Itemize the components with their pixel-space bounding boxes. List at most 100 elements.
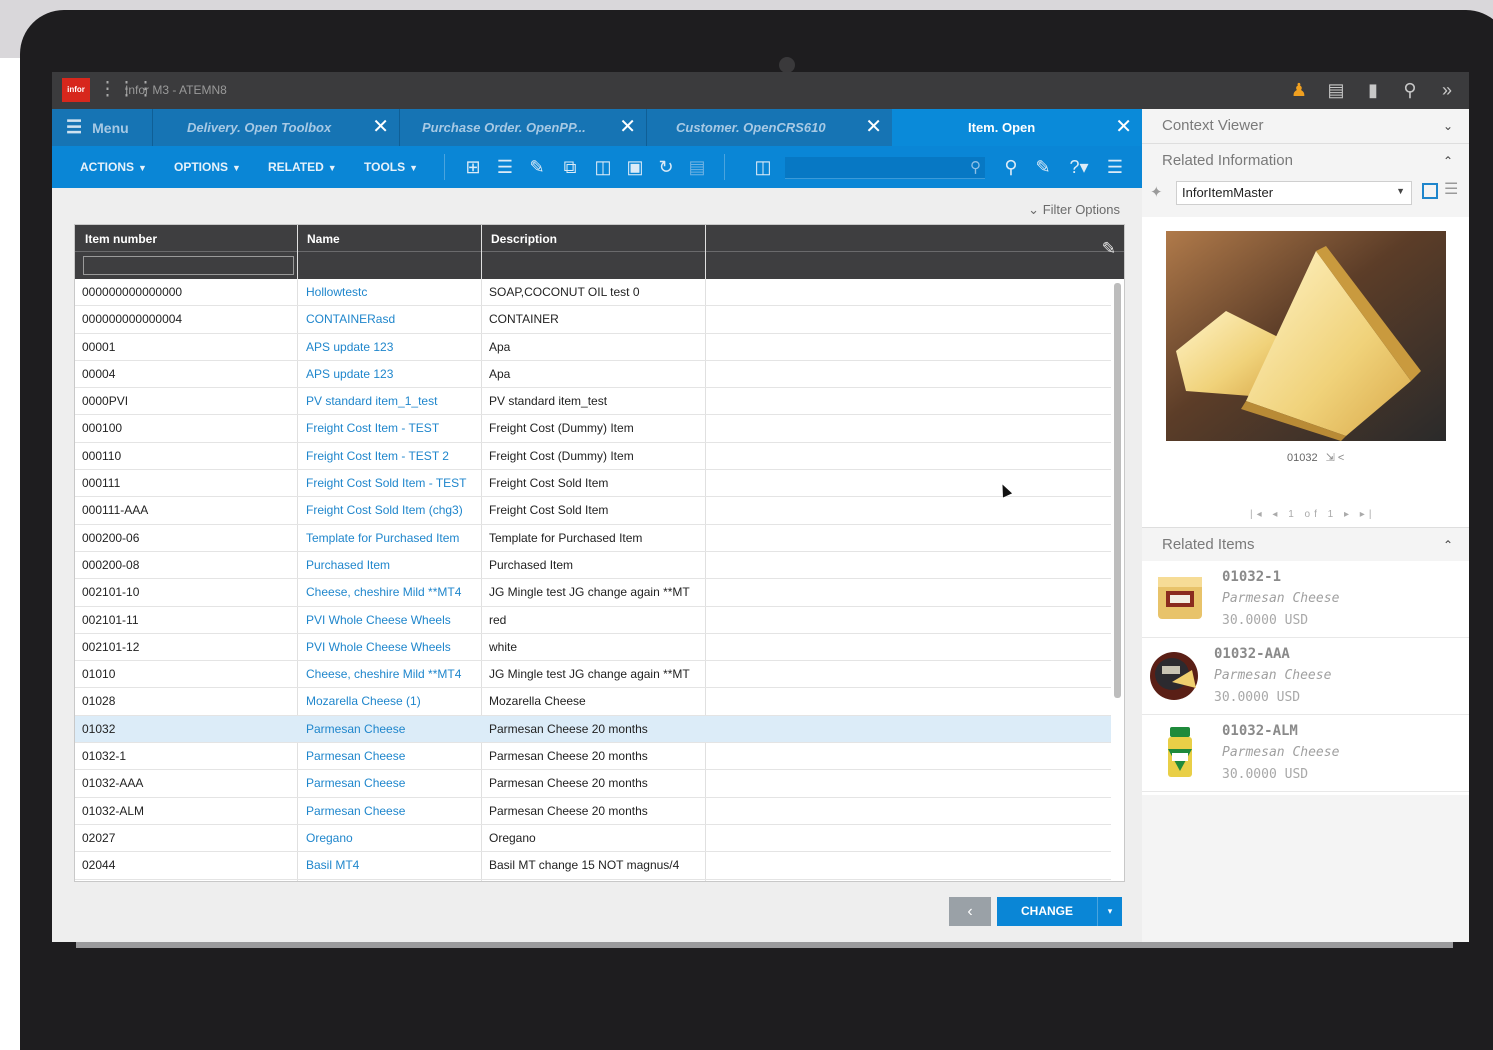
name-link[interactable]: Cheese, cheshire Mild **MT4	[306, 579, 480, 605]
table-row[interactable]: 01010 Cheese, cheshire Mild **MT4 JG Mingl…	[75, 661, 1111, 689]
trash-icon[interactable]: ▤	[686, 155, 708, 179]
paperclip-icon[interactable]: ✦	[1150, 183, 1163, 201]
actions-menu[interactable]: ACTIONS ▼	[80, 146, 147, 188]
delete-icon[interactable]: ▣	[624, 155, 646, 179]
related-items-header[interactable]: Related Items ⌃	[1142, 528, 1469, 562]
related-item[interactable]: 01032-1 Parmesan Cheese 30.0000 USD	[1142, 561, 1469, 638]
display-icon[interactable]: ◫	[592, 155, 614, 179]
name-link[interactable]: APS update 123	[306, 361, 480, 387]
close-icon[interactable]: ✕	[1115, 109, 1132, 146]
table-row[interactable]: 02044 Basil MT4 Basil MT change 15 NOT mag…	[75, 852, 1111, 880]
name-link[interactable]: Freight Cost Item - TEST 2	[306, 443, 480, 469]
column-header-description[interactable]: Description	[481, 225, 706, 279]
name-link[interactable]: Parmesan Cheese	[306, 798, 480, 824]
more-menu-icon[interactable]: ☰	[1104, 155, 1126, 179]
name-link[interactable]: PVI Whole Cheese Wheels	[306, 607, 480, 633]
name-link[interactable]: Freight Cost Sold Item (chg3)	[306, 497, 480, 523]
table-row[interactable]: 000200-06 Template for Purchased Item Temp…	[75, 525, 1111, 552]
change-dropdown-button[interactable]: ▾	[1097, 897, 1122, 926]
tab-delivery[interactable]: Delivery. Open Toolbox ✕	[153, 109, 399, 146]
table-row[interactable]: 01032 Parmesan Cheese Parmesan Cheese 20 m…	[75, 715, 1111, 744]
context-viewer-header[interactable]: Context Viewer ⌄	[1142, 109, 1469, 143]
table-row[interactable]: 00001 APS update 123 Apa	[75, 334, 1111, 361]
menu-button[interactable]: ☰ Menu	[66, 109, 129, 146]
inbox-icon[interactable]: ▤	[1324, 78, 1348, 102]
help-icon[interactable]: ?▾	[1064, 155, 1094, 179]
new-icon[interactable]: ⊞	[462, 155, 484, 179]
item-number-filter-input[interactable]	[83, 256, 294, 275]
refresh-icon[interactable]: ↻	[655, 155, 677, 179]
name-link[interactable]: Parmesan Cheese	[306, 770, 480, 796]
name-link[interactable]: Freight Cost Item - TEST	[306, 415, 480, 441]
tab-customer[interactable]: Customer. OpenCRS610 ✕	[647, 109, 892, 146]
table-row[interactable]: 000111-AAA Freight Cost Sold Item (chg3) F…	[75, 497, 1111, 525]
related-item[interactable]: 01032-ALM Parmesan Cheese 30.0000 USD	[1142, 715, 1469, 792]
change-button[interactable]: CHANGE	[997, 897, 1097, 926]
table-row[interactable]: 0000PVI PV standard item_1_test PV standar…	[75, 388, 1111, 416]
table-row[interactable]: 01032-ALM Parmesan Cheese Parmesan Cheese …	[75, 798, 1111, 825]
bookmark-icon[interactable]: ▮	[1361, 78, 1385, 102]
table-row[interactable]: 000000000000000 Hollowtestc SOAP,COCONUT O…	[75, 279, 1111, 307]
name-link[interactable]: APS update 123	[306, 334, 480, 360]
name-link[interactable]: Cheese, cheshire Mild **MT4	[306, 661, 480, 687]
name-link[interactable]: CONTAINERasd	[306, 306, 480, 332]
table-row[interactable]: 000100 Freight Cost Item - TEST Freight Co…	[75, 415, 1111, 443]
filter-options-link[interactable]: ⌄ Filter Options	[1028, 202, 1120, 218]
related-information-header[interactable]: Related Information ⌃	[1142, 144, 1469, 178]
close-icon[interactable]: ✕	[372, 109, 389, 146]
previous-button[interactable]: ‹	[949, 897, 991, 926]
edit-columns-icon[interactable]: ✎	[1102, 239, 1116, 259]
table-row[interactable]: 000200-08 Purchased Item Purchased Item	[75, 552, 1111, 580]
name-link[interactable]: Salt_01	[306, 880, 480, 881]
note-icon[interactable]: ✎	[1032, 155, 1054, 179]
table-row[interactable]: 002101-11 PVI Whole Cheese Wheels red	[75, 607, 1111, 634]
table-row[interactable]: 02027 Oregano Oregano	[75, 825, 1111, 853]
table-row[interactable]: 000110 Freight Cost Item - TEST 2 Freight …	[75, 443, 1111, 471]
copy-icon[interactable]: ⧉	[559, 155, 581, 179]
related-item[interactable]: 01032-AAA Parmesan Cheese 30.0000 USD	[1142, 638, 1469, 715]
table-row[interactable]: 000000000000004 CONTAINERasd CONTAINER	[75, 306, 1111, 334]
table-row[interactable]: 02047 Salt_01 Salt change 6	[75, 880, 1111, 881]
name-link[interactable]: PV standard item_1_test	[306, 388, 480, 414]
name-link[interactable]: PVI Whole Cheese Wheels	[306, 634, 480, 660]
related-menu[interactable]: RELATED ▼	[268, 146, 337, 188]
toolbar-search-input[interactable]: ⚲	[785, 157, 985, 179]
name-link[interactable]: Parmesan Cheese	[306, 743, 480, 769]
image-pager[interactable]: |◂ ◂ 1 of 1 ▸ ▸|	[1250, 509, 1375, 520]
name-link[interactable]: Basil MT4	[306, 852, 480, 878]
zoom-search-icon[interactable]: ⚲	[1000, 155, 1022, 179]
list-view-icon[interactable]: ☰	[1444, 179, 1458, 199]
close-icon[interactable]: ✕	[865, 109, 882, 146]
name-link[interactable]: Purchased Item	[306, 552, 480, 578]
name-link[interactable]: Hollowtestc	[306, 279, 480, 305]
panel-icon[interactable]: ◫	[748, 155, 778, 179]
user-icon[interactable]: ♟	[1287, 78, 1311, 102]
tools-menu[interactable]: TOOLS ▼	[364, 146, 418, 188]
list-icon[interactable]: ☰	[494, 155, 516, 179]
column-header-name[interactable]: Name	[297, 225, 482, 279]
expand-icon[interactable]: »	[1435, 78, 1459, 102]
share-icon[interactable]: ⇲ <	[1326, 452, 1345, 464]
name-link[interactable]: Template for Purchased Item	[306, 525, 480, 551]
close-icon[interactable]: ✕	[619, 109, 636, 146]
window-icon[interactable]	[1422, 183, 1438, 199]
table-row[interactable]: 000111 Freight Cost Sold Item - TEST Freig…	[75, 470, 1111, 498]
search-icon[interactable]: ⚲	[1398, 78, 1422, 102]
tab-item-open[interactable]: Item. Open ✕	[892, 109, 1142, 146]
name-link[interactable]: Mozarella Cheese (1)	[306, 688, 480, 714]
name-link[interactable]: Parmesan Cheese	[306, 716, 480, 742]
name-link[interactable]: Oregano	[306, 825, 480, 851]
table-row[interactable]: 01028 Mozarella Cheese (1) Mozarella Chees…	[75, 688, 1111, 716]
grid-scrollbar[interactable]	[1114, 283, 1121, 698]
table-row[interactable]: 01032-1 Parmesan Cheese Parmesan Cheese 20…	[75, 743, 1111, 771]
column-header-item-number[interactable]: Item number	[75, 225, 298, 279]
table-row[interactable]: 002101-10 Cheese, cheshire Mild **MT4 JG M…	[75, 579, 1111, 607]
options-menu[interactable]: OPTIONS ▼	[174, 146, 241, 188]
info-source-select[interactable]: InforItemMaster ▼	[1176, 181, 1412, 205]
tab-purchase-order[interactable]: Purchase Order. OpenPP... ✕	[400, 109, 646, 146]
table-row[interactable]: 002101-12 PVI Whole Cheese Wheels white	[75, 634, 1111, 662]
table-row[interactable]: 00004 APS update 123 Apa	[75, 361, 1111, 389]
name-link[interactable]: Freight Cost Sold Item - TEST	[306, 470, 480, 496]
table-row[interactable]: 01032-AAA Parmesan Cheese Parmesan Cheese …	[75, 770, 1111, 798]
edit-icon[interactable]: ✎	[526, 155, 548, 179]
